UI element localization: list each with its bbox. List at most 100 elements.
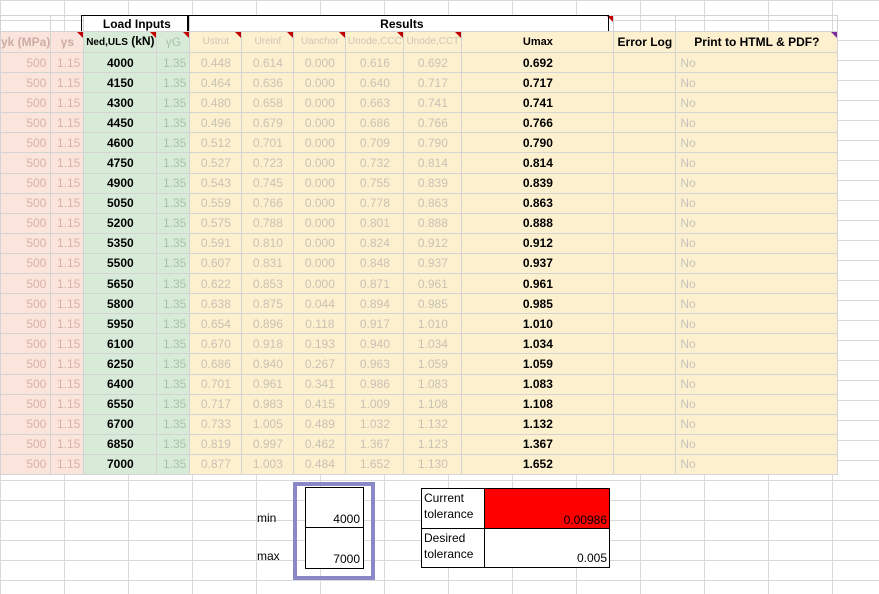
unode-ccc-cell[interactable]: 1.652 bbox=[345, 453, 405, 475]
fyk-cell[interactable]: 500 bbox=[0, 152, 52, 174]
print-cell[interactable]: No bbox=[675, 92, 839, 114]
unode-ccc-cell[interactable]: 0.940 bbox=[345, 333, 405, 355]
error-log-cell[interactable] bbox=[613, 252, 677, 275]
uanchor-cell[interactable]: 0.000 bbox=[293, 112, 347, 134]
unode-ccc-cell[interactable]: 0.709 bbox=[345, 132, 405, 154]
ustrut-cell[interactable]: 0.607 bbox=[189, 252, 243, 275]
fyk-cell[interactable]: 500 bbox=[0, 413, 52, 435]
uanchor-cell[interactable]: 0.000 bbox=[293, 273, 347, 295]
ureinf-cell[interactable]: 0.940 bbox=[241, 353, 295, 375]
ureinf-cell[interactable]: 0.636 bbox=[241, 72, 295, 94]
error-log-cell[interactable] bbox=[613, 353, 677, 375]
gamma-s-cell[interactable]: 1.15 bbox=[50, 433, 85, 455]
error-log-cell[interactable] bbox=[613, 413, 677, 435]
ustrut-header[interactable]: Ustrut bbox=[189, 31, 243, 53]
ustrut-cell[interactable]: 0.622 bbox=[189, 273, 243, 295]
ned-cell[interactable]: 6400 bbox=[83, 373, 158, 395]
ureinf-cell[interactable]: 0.766 bbox=[241, 192, 295, 214]
error-log-cell[interactable] bbox=[613, 313, 677, 335]
error-log-cell[interactable] bbox=[613, 172, 677, 194]
unode-ccc-cell[interactable]: 0.848 bbox=[345, 252, 405, 275]
gamma-s-cell[interactable]: 1.15 bbox=[50, 373, 85, 395]
fyk-cell[interactable]: 500 bbox=[0, 353, 52, 375]
gamma-s-cell[interactable]: 1.15 bbox=[50, 333, 85, 355]
gamma-s-cell[interactable]: 1.15 bbox=[50, 453, 85, 475]
unode-cct-cell[interactable]: 1.010 bbox=[403, 313, 463, 335]
gamma-s-cell[interactable]: 1.15 bbox=[50, 413, 85, 435]
ureinf-cell[interactable]: 0.961 bbox=[241, 373, 295, 395]
gamma-g-cell[interactable]: 1.35 bbox=[156, 92, 191, 114]
ned-cell[interactable]: 6100 bbox=[83, 333, 158, 355]
ureinf-cell[interactable]: 0.679 bbox=[241, 112, 295, 134]
gamma-s-cell[interactable]: 1.15 bbox=[50, 393, 85, 415]
ureinf-cell[interactable]: 0.701 bbox=[241, 132, 295, 154]
error-log-cell[interactable] bbox=[613, 453, 677, 475]
unode-cct-cell[interactable]: 1.059 bbox=[403, 353, 463, 375]
gamma-s-cell[interactable]: 1.15 bbox=[50, 51, 85, 74]
umax-cell[interactable]: 0.839 bbox=[461, 172, 615, 194]
fyk-cell[interactable]: 500 bbox=[0, 393, 52, 415]
ustrut-cell[interactable]: 0.701 bbox=[189, 373, 243, 395]
gamma-s-cell[interactable]: 1.15 bbox=[50, 172, 85, 194]
unode-ccc-cell[interactable]: 0.963 bbox=[345, 353, 405, 375]
uanchor-header[interactable]: Uanchor bbox=[293, 31, 347, 53]
print-cell[interactable]: No bbox=[675, 51, 839, 74]
unode-ccc-cell[interactable]: 1.367 bbox=[345, 433, 405, 455]
fyk-cell[interactable]: 500 bbox=[0, 132, 52, 154]
ned-cell[interactable]: 6550 bbox=[83, 393, 158, 415]
unode-ccc-cell[interactable]: 0.755 bbox=[345, 172, 405, 194]
ustrut-cell[interactable]: 0.877 bbox=[189, 453, 243, 475]
ustrut-cell[interactable]: 0.670 bbox=[189, 333, 243, 355]
fyk-header[interactable]: yk (MPa) bbox=[0, 31, 52, 53]
print-cell[interactable]: No bbox=[675, 433, 839, 455]
fyk-cell[interactable]: 500 bbox=[0, 252, 52, 275]
umax-cell[interactable]: 0.888 bbox=[461, 212, 615, 234]
unode-ccc-cell[interactable]: 1.009 bbox=[345, 393, 405, 415]
ureinf-cell[interactable]: 1.003 bbox=[241, 453, 295, 475]
ustrut-cell[interactable]: 0.448 bbox=[189, 51, 243, 74]
unode-cct-cell[interactable]: 1.132 bbox=[403, 413, 463, 435]
error-log-cell[interactable] bbox=[613, 212, 677, 234]
unode-ccc-header[interactable]: Unode,CCC bbox=[345, 31, 405, 53]
gamma-s-cell[interactable]: 1.15 bbox=[50, 112, 85, 134]
umax-cell[interactable]: 0.790 bbox=[461, 132, 615, 154]
fyk-cell[interactable]: 500 bbox=[0, 172, 52, 194]
fyk-cell[interactable]: 500 bbox=[0, 212, 52, 234]
umax-cell[interactable]: 1.132 bbox=[461, 413, 615, 435]
uanchor-cell[interactable]: 0.193 bbox=[293, 333, 347, 355]
print-cell[interactable]: No bbox=[675, 333, 839, 355]
print-cell[interactable]: No bbox=[675, 393, 839, 415]
gamma-g-cell[interactable]: 1.35 bbox=[156, 72, 191, 94]
print-cell[interactable]: No bbox=[675, 192, 839, 214]
unode-cct-cell[interactable]: 0.937 bbox=[403, 252, 463, 275]
print-header[interactable]: Print to HTML & PDF? bbox=[675, 31, 839, 53]
unode-ccc-cell[interactable]: 0.824 bbox=[345, 232, 405, 254]
ned-cell[interactable]: 6700 bbox=[83, 413, 158, 435]
umax-cell[interactable]: 0.741 bbox=[461, 92, 615, 114]
umax-cell[interactable]: 0.985 bbox=[461, 293, 615, 315]
uanchor-cell[interactable]: 0.000 bbox=[293, 72, 347, 94]
uanchor-cell[interactable]: 0.415 bbox=[293, 393, 347, 415]
ureinf-cell[interactable]: 0.896 bbox=[241, 313, 295, 335]
error-log-cell[interactable] bbox=[613, 373, 677, 395]
ureinf-header[interactable]: Ureinf bbox=[241, 31, 295, 53]
fyk-cell[interactable]: 500 bbox=[0, 373, 52, 395]
ustrut-cell[interactable]: 0.654 bbox=[189, 313, 243, 335]
ureinf-cell[interactable]: 0.723 bbox=[241, 152, 295, 174]
gamma-g-cell[interactable]: 1.35 bbox=[156, 433, 191, 455]
error-log-cell[interactable] bbox=[613, 232, 677, 254]
fyk-cell[interactable]: 500 bbox=[0, 72, 52, 94]
error-log-cell[interactable] bbox=[613, 192, 677, 214]
umax-cell[interactable]: 0.692 bbox=[461, 51, 615, 74]
ustrut-cell[interactable]: 0.512 bbox=[189, 132, 243, 154]
umax-cell[interactable]: 1.083 bbox=[461, 373, 615, 395]
unode-ccc-cell[interactable]: 0.778 bbox=[345, 192, 405, 214]
print-cell[interactable]: No bbox=[675, 353, 839, 375]
umax-cell[interactable]: 1.652 bbox=[461, 453, 615, 475]
ned-cell[interactable]: 5050 bbox=[83, 192, 158, 214]
umax-cell[interactable]: 0.937 bbox=[461, 252, 615, 275]
unode-cct-cell[interactable]: 0.863 bbox=[403, 192, 463, 214]
unode-cct-cell[interactable]: 0.790 bbox=[403, 132, 463, 154]
gamma-g-cell[interactable]: 1.35 bbox=[156, 192, 191, 214]
uanchor-cell[interactable]: 0.000 bbox=[293, 172, 347, 194]
